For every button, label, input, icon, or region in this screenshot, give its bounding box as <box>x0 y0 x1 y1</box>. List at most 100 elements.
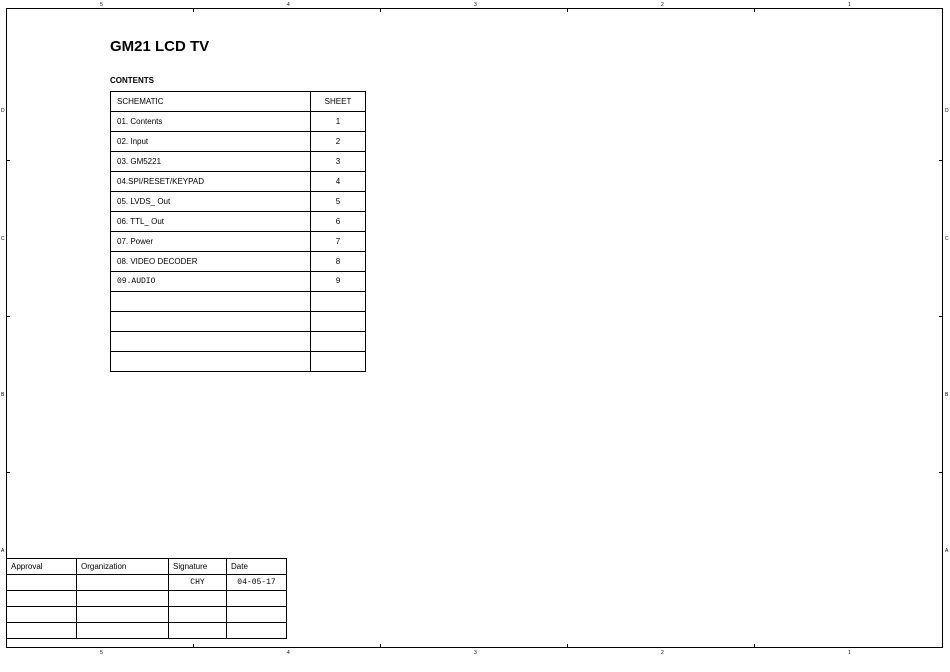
ruler-tick <box>6 160 10 161</box>
table-row: 02. Input2 <box>111 132 366 152</box>
table-row <box>7 607 287 623</box>
ruler-right-d: D <box>945 108 949 114</box>
cell-sheet <box>311 292 366 312</box>
ruler-top-1: 1 <box>848 2 851 8</box>
ruler-tick <box>567 8 568 12</box>
ruler-left-a: A <box>1 548 4 554</box>
table-row: 07. Power7 <box>111 232 366 252</box>
table-header-row: Approval Organization Signature Date <box>7 559 287 575</box>
cell-approval <box>7 623 77 639</box>
cell-sheet <box>311 312 366 332</box>
header-date: Date <box>227 559 287 575</box>
cell-organization <box>77 607 169 623</box>
header-schematic: SCHEMATIC <box>111 92 311 112</box>
table-row <box>7 591 287 607</box>
cell-sheet: 9 <box>311 272 366 292</box>
contents-table: SCHEMATIC SHEET 01. Contents1 02. Input2… <box>110 91 366 372</box>
cell-name: 06. TTL_ Out <box>111 212 311 232</box>
cell-name: 07. Power <box>111 232 311 252</box>
ruler-top-3: 3 <box>474 2 477 8</box>
cell-sheet: 4 <box>311 172 366 192</box>
ruler-tick <box>754 8 755 12</box>
cell-name <box>111 312 311 332</box>
cell-name: 09.AUDIO <box>111 272 311 292</box>
ruler-tick <box>6 472 10 473</box>
header-signature: Signature <box>169 559 227 575</box>
signoff-table: Approval Organization Signature Date CHY… <box>6 558 287 639</box>
table-row: 08. VIDEO DECODER8 <box>111 252 366 272</box>
cell-name: 03. GM5221 <box>111 152 311 172</box>
table-row: 06. TTL_ Out6 <box>111 212 366 232</box>
ruler-bot-1: 1 <box>848 650 851 656</box>
cell-sheet: 8 <box>311 252 366 272</box>
table-row: 05. LVDS_ Out5 <box>111 192 366 212</box>
ruler-top-5: 5 <box>100 2 103 8</box>
ruler-left-c: C <box>1 236 5 242</box>
table-row: 04.SPI/RESET/KEYPAD4 <box>111 172 366 192</box>
cell-approval <box>7 591 77 607</box>
ruler-right-c: C <box>945 236 949 242</box>
cell-signature <box>169 591 227 607</box>
cell-name <box>111 332 311 352</box>
ruler-bot-3: 3 <box>474 650 477 656</box>
table-row: 01. Contents1 <box>111 112 366 132</box>
cell-name: 04.SPI/RESET/KEYPAD <box>111 172 311 192</box>
ruler-tick <box>939 160 943 161</box>
cell-organization <box>77 575 169 591</box>
ruler-tick <box>380 644 381 648</box>
ruler-right-a: A <box>945 548 948 554</box>
cell-name: 01. Contents <box>111 112 311 132</box>
contents-heading: CONTENTS <box>110 76 154 85</box>
cell-sheet <box>311 352 366 372</box>
cell-sheet: 2 <box>311 132 366 152</box>
cell-sheet <box>311 332 366 352</box>
ruler-top-4: 4 <box>287 2 290 8</box>
cell-name: 05. LVDS_ Out <box>111 192 311 212</box>
ruler-left-b: B <box>1 392 4 398</box>
cell-name <box>111 292 311 312</box>
cell-name: 08. VIDEO DECODER <box>111 252 311 272</box>
ruler-bot-2: 2 <box>661 650 664 656</box>
header-sheet: SHEET <box>311 92 366 112</box>
ruler-tick <box>939 472 943 473</box>
header-organization: Organization <box>77 559 169 575</box>
ruler-left-d: D <box>1 108 5 114</box>
ruler-tick <box>193 644 194 648</box>
table-row <box>111 352 366 372</box>
cell-sheet: 3 <box>311 152 366 172</box>
cell-date <box>227 607 287 623</box>
cell-date <box>227 591 287 607</box>
table-row <box>111 332 366 352</box>
ruler-tick <box>380 8 381 12</box>
cell-organization <box>77 591 169 607</box>
ruler-right-b: B <box>945 392 948 398</box>
cell-date <box>227 623 287 639</box>
table-row: CHY 04-05-17 <box>7 575 287 591</box>
table-row: 09.AUDIO9 <box>111 272 366 292</box>
header-approval: Approval <box>7 559 77 575</box>
ruler-tick <box>6 316 10 317</box>
cell-name: 02. Input <box>111 132 311 152</box>
cell-sheet: 5 <box>311 192 366 212</box>
ruler-bot-5: 5 <box>100 650 103 656</box>
cell-date: 04-05-17 <box>227 575 287 591</box>
cell-signature <box>169 623 227 639</box>
cell-sheet: 7 <box>311 232 366 252</box>
cell-name <box>111 352 311 372</box>
cell-approval <box>7 575 77 591</box>
ruler-bot-4: 4 <box>287 650 290 656</box>
cell-sheet: 6 <box>311 212 366 232</box>
table-row <box>111 312 366 332</box>
ruler-tick <box>567 644 568 648</box>
cell-sheet: 1 <box>311 112 366 132</box>
ruler-tick <box>193 8 194 12</box>
cell-approval <box>7 607 77 623</box>
ruler-top-2: 2 <box>661 2 664 8</box>
table-row <box>7 623 287 639</box>
ruler-tick <box>754 644 755 648</box>
table-row <box>111 292 366 312</box>
cell-organization <box>77 623 169 639</box>
page-title: GM21 LCD TV <box>110 38 209 55</box>
cell-signature: CHY <box>169 575 227 591</box>
cell-signature <box>169 607 227 623</box>
